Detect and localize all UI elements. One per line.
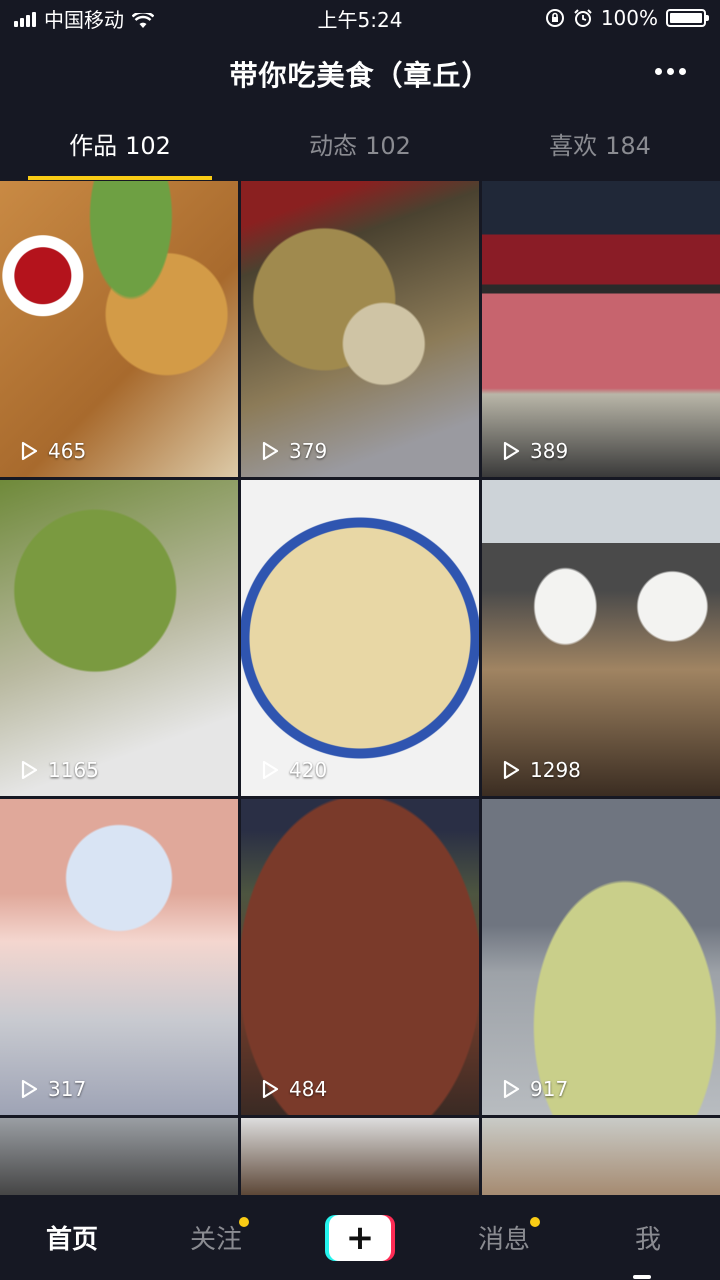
video-grid: 465 379 389 1165 420 1298 317 484 917 [0, 181, 720, 1196]
view-count: 917 [500, 1077, 568, 1101]
tab-count: 102 [125, 132, 171, 160]
tab-activity[interactable]: 动态 102 [240, 112, 480, 180]
video-thumbnail[interactable] [482, 1118, 720, 1196]
view-count-label: 389 [530, 439, 569, 463]
play-icon [21, 1079, 38, 1099]
view-count: 317 [18, 1077, 86, 1101]
video-thumbnail[interactable]: 317 [0, 799, 238, 1115]
nav-messages-label: 消息 [477, 1225, 530, 1255]
plus-icon: + [325, 1214, 395, 1261]
play-icon [262, 760, 279, 780]
play-icon [21, 760, 38, 780]
tab-likes[interactable]: 喜欢 184 [480, 112, 720, 180]
play-icon [503, 1079, 520, 1099]
wifi-icon [131, 10, 155, 28]
view-count: 379 [259, 439, 327, 463]
thumbnail-image [241, 181, 479, 477]
video-thumbnail[interactable]: 420 [241, 480, 479, 796]
view-count-label: 420 [289, 758, 328, 782]
battery-fill [670, 13, 702, 23]
thumbnail-image [482, 480, 720, 796]
view-count-label: 379 [289, 439, 328, 463]
carrier-label: 中国移动 [44, 7, 124, 32]
thumbnail-image [0, 181, 238, 477]
status-bar: 中国移动 上午5:24 100% [0, 0, 720, 36]
video-thumbnail[interactable]: 484 [241, 799, 479, 1115]
bottom-nav: 首页 关注 + 消息 我 [0, 1195, 720, 1280]
battery-icon [666, 9, 709, 27]
tab-count: 184 [605, 132, 651, 160]
thumbnail-image [0, 799, 238, 1115]
page-title: 带你吃美食（章丘） [229, 59, 491, 92]
nav-follow[interactable]: 关注 [144, 1217, 288, 1256]
profile-tabs: 作品 102 动态 102 喜欢 184 [0, 112, 720, 180]
view-count: 420 [259, 758, 327, 782]
nav-me[interactable]: 我 [576, 1219, 720, 1256]
play-icon [503, 441, 520, 461]
view-count: 484 [259, 1077, 327, 1101]
view-count: 389 [500, 439, 568, 463]
view-count-label: 317 [48, 1077, 87, 1101]
view-count-label: 1298 [530, 758, 581, 782]
thumbnail-image [482, 181, 720, 477]
alarm-icon [574, 9, 592, 27]
video-thumbnail[interactable]: 379 [241, 181, 479, 477]
play-icon [21, 441, 38, 461]
orientation-lock-icon [545, 9, 564, 27]
view-count: 1165 [18, 758, 99, 782]
create-label: + [329, 1214, 391, 1261]
thumbnail-image [241, 480, 479, 796]
view-count-label: 484 [289, 1077, 328, 1101]
thumbnail-image [482, 799, 720, 1115]
video-thumbnail[interactable]: 389 [482, 181, 720, 477]
view-count-label: 917 [530, 1077, 569, 1101]
play-icon [262, 1079, 279, 1099]
tab-label: 作品 [69, 132, 118, 160]
tab-label: 动态 [309, 132, 358, 160]
thumbnail-image [241, 1118, 479, 1196]
header: 带你吃美食（章丘） [0, 36, 720, 112]
video-thumbnail[interactable]: 465 [0, 181, 238, 477]
nav-follow-label: 关注 [189, 1225, 242, 1255]
video-thumbnail[interactable]: 1165 [0, 480, 238, 796]
video-thumbnail[interactable]: 1298 [482, 480, 720, 796]
thumbnail-image [241, 799, 479, 1115]
thumbnail-image [0, 480, 238, 796]
create-button[interactable]: + [288, 1214, 432, 1261]
battery-percent: 100% [600, 6, 658, 30]
tab-label: 喜欢 [549, 132, 598, 160]
active-indicator [633, 1275, 651, 1279]
video-thumbnail[interactable]: 917 [482, 799, 720, 1115]
notification-dot [530, 1217, 540, 1227]
thumbnail-image [482, 1118, 720, 1196]
more-dots-icon[interactable] [655, 68, 686, 75]
tab-count: 102 [365, 132, 411, 160]
signal-icon [14, 9, 36, 27]
view-count: 465 [18, 439, 86, 463]
video-thumbnail[interactable] [0, 1118, 238, 1196]
tab-works[interactable]: 作品 102 [0, 112, 240, 180]
play-icon [262, 441, 279, 461]
nav-home[interactable]: 首页 [0, 1219, 144, 1256]
status-right: 100% [545, 6, 709, 30]
play-icon [503, 760, 520, 780]
status-left: 中国移动 [14, 4, 155, 33]
view-count-label: 465 [48, 439, 87, 463]
view-count-label: 1165 [48, 758, 99, 782]
view-count: 1298 [500, 758, 581, 782]
thumbnail-image [0, 1118, 238, 1196]
tab-active-indicator [28, 176, 212, 180]
nav-messages[interactable]: 消息 [432, 1217, 576, 1256]
video-thumbnail[interactable] [241, 1118, 479, 1196]
notification-dot [239, 1217, 249, 1227]
